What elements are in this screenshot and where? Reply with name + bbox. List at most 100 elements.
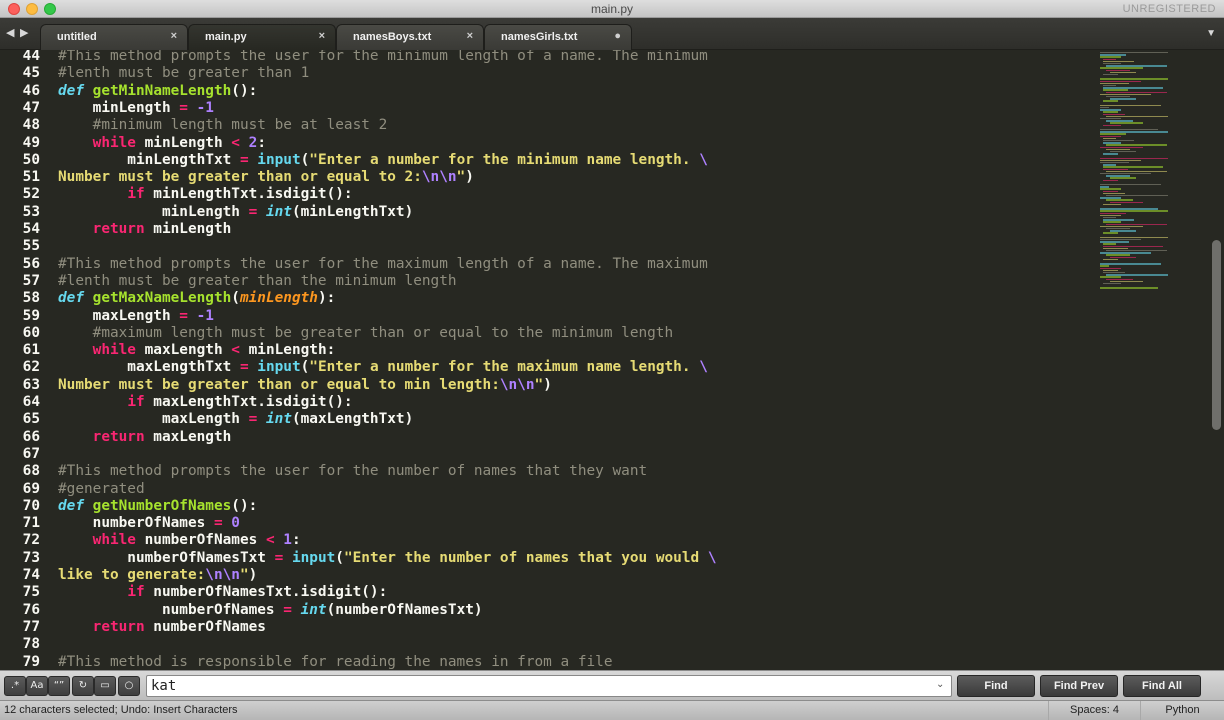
code-text: minLengthTxt = input("Enter a number for…	[58, 152, 708, 168]
code-text: while numberOfNames < 1:	[58, 532, 301, 548]
find-all-button[interactable]: Find All	[1123, 675, 1201, 697]
minimap-line	[1106, 170, 1167, 173]
minimap-line	[1103, 179, 1118, 181]
regex-toggle[interactable]: .*	[4, 676, 26, 696]
code-token: numberOfNamesTxt.isdigit():	[144, 584, 388, 601]
line-number: 66	[22, 428, 40, 445]
tab-scroll-left-icon[interactable]: ◀	[6, 26, 14, 39]
tab-menu-chevron-down-icon[interactable]: ▼	[1206, 28, 1216, 39]
code-token: numberOfNames	[135, 532, 266, 549]
case-sensitive-toggle[interactable]: Aa	[26, 676, 48, 696]
line-number: 50	[22, 151, 40, 168]
unsaved-dot-icon[interactable]: ●	[614, 30, 621, 42]
minimap-line	[1100, 173, 1152, 175]
code-token: (minLengthTxt)	[291, 203, 414, 220]
code-token: \	[699, 151, 708, 168]
code-token: if	[127, 186, 145, 203]
code-token: getMaxNameLength	[92, 290, 232, 307]
code-token: :	[257, 134, 266, 151]
code-token: \	[699, 359, 708, 376]
minimap-line	[1103, 63, 1122, 65]
tab-bar: ◀ ▶ untitled × main.py × namesBoys.txt ×…	[0, 18, 1224, 50]
code-text: maxLengthTxt = input("Enter a number for…	[58, 359, 708, 375]
code-token: getNumberOfNames	[92, 497, 232, 514]
code-token: (maxLengthTxt)	[291, 411, 414, 428]
minimap-line	[1100, 67, 1144, 69]
line-number: 61	[22, 342, 40, 359]
line-number: 69	[22, 480, 40, 497]
minimap-line	[1103, 100, 1118, 102]
minimap-line	[1103, 269, 1119, 272]
code-token: while	[92, 134, 136, 151]
code-text: maxLength = int(maxLengthTxt)	[58, 411, 413, 427]
code-token: "	[239, 567, 249, 583]
minimap-line	[1106, 223, 1167, 225]
minimap-line	[1100, 56, 1121, 58]
code-editor[interactable]: 44 #This method prompts the user for the …	[0, 50, 1224, 670]
tab-names-girls[interactable]: namesGirls.txt ●	[484, 24, 632, 50]
code-token: =	[283, 601, 292, 618]
code-token: numberOfNames	[58, 515, 214, 532]
code-token: =	[239, 359, 249, 376]
minimap[interactable]	[1096, 50, 1206, 320]
find-panel: .* Aa “” ↻ ▭ ○ kat ⌄ Find Find Prev Find…	[0, 670, 1224, 700]
minimap-line	[1103, 89, 1129, 91]
minimap-line	[1100, 78, 1168, 80]
minimap-line	[1103, 203, 1122, 206]
find-prev-button[interactable]: Find Prev	[1040, 675, 1118, 697]
code-token: Number must be greater than or equal to …	[58, 169, 422, 186]
line-number: 54	[22, 221, 40, 237]
minimap-line	[1100, 131, 1168, 133]
close-tab-icon[interactable]: ×	[171, 30, 177, 42]
tab-scroll-right-icon[interactable]: ▶	[20, 26, 28, 39]
find-input[interactable]: kat	[146, 675, 952, 697]
close-tab-icon[interactable]: ×	[467, 30, 473, 42]
minimap-line	[1100, 133, 1127, 135]
line-number: 76	[22, 601, 40, 618]
code-token: #lenth must be greater than 1	[58, 65, 310, 82]
highlight-matches-toggle[interactable]: ○	[118, 676, 140, 696]
minimap-line	[1100, 80, 1142, 82]
status-bar: 12 characters selected; Undo: Insert Cha…	[0, 700, 1224, 720]
tab-label: untitled	[57, 31, 97, 43]
line-number: 65	[22, 411, 40, 428]
code-token: #This method prompts the user for the nu…	[58, 463, 648, 480]
code-token: <	[231, 342, 240, 359]
minimap-line	[1100, 109, 1121, 111]
close-tab-icon[interactable]: ×	[319, 30, 325, 42]
code-token: minLength	[135, 134, 232, 151]
code-token: maxLengthTxt.isdigit():	[144, 394, 353, 410]
code-token: )	[543, 376, 552, 393]
find-button[interactable]: Find	[957, 675, 1035, 697]
syntax-selector[interactable]: Python	[1140, 701, 1224, 720]
minimap-line	[1106, 228, 1130, 230]
tab-names-boys[interactable]: namesBoys.txt ×	[336, 24, 484, 50]
minimap-line	[1100, 186, 1109, 188]
line-number: 48	[22, 117, 40, 134]
whole-word-toggle[interactable]: “”	[48, 676, 70, 696]
in-selection-toggle[interactable]: ▭	[94, 676, 116, 696]
line-number: 44	[22, 50, 40, 64]
code-token: =	[274, 549, 284, 566]
wrap-toggle[interactable]: ↻	[72, 676, 94, 696]
tab-main-py[interactable]: main.py ×	[188, 24, 336, 50]
code-text: #maximum length must be greater than or …	[58, 325, 673, 341]
line-number: 70	[22, 497, 40, 514]
code-token: =	[179, 307, 188, 324]
find-history-chevron-down-icon[interactable]: ⌄	[936, 679, 944, 690]
minimap-line	[1109, 122, 1143, 124]
code-text: def getMaxNameLength(minLength):	[58, 290, 335, 306]
code-token: "	[456, 169, 466, 186]
code-text: return maxLength	[58, 429, 232, 445]
scrollbar-thumb[interactable]	[1212, 240, 1221, 430]
indentation-selector[interactable]: Spaces: 4	[1048, 701, 1140, 720]
tab-untitled[interactable]: untitled ×	[40, 24, 188, 50]
code-token: -1	[196, 99, 214, 116]
line-number: 71	[22, 515, 40, 532]
minimap-line	[1106, 254, 1130, 256]
